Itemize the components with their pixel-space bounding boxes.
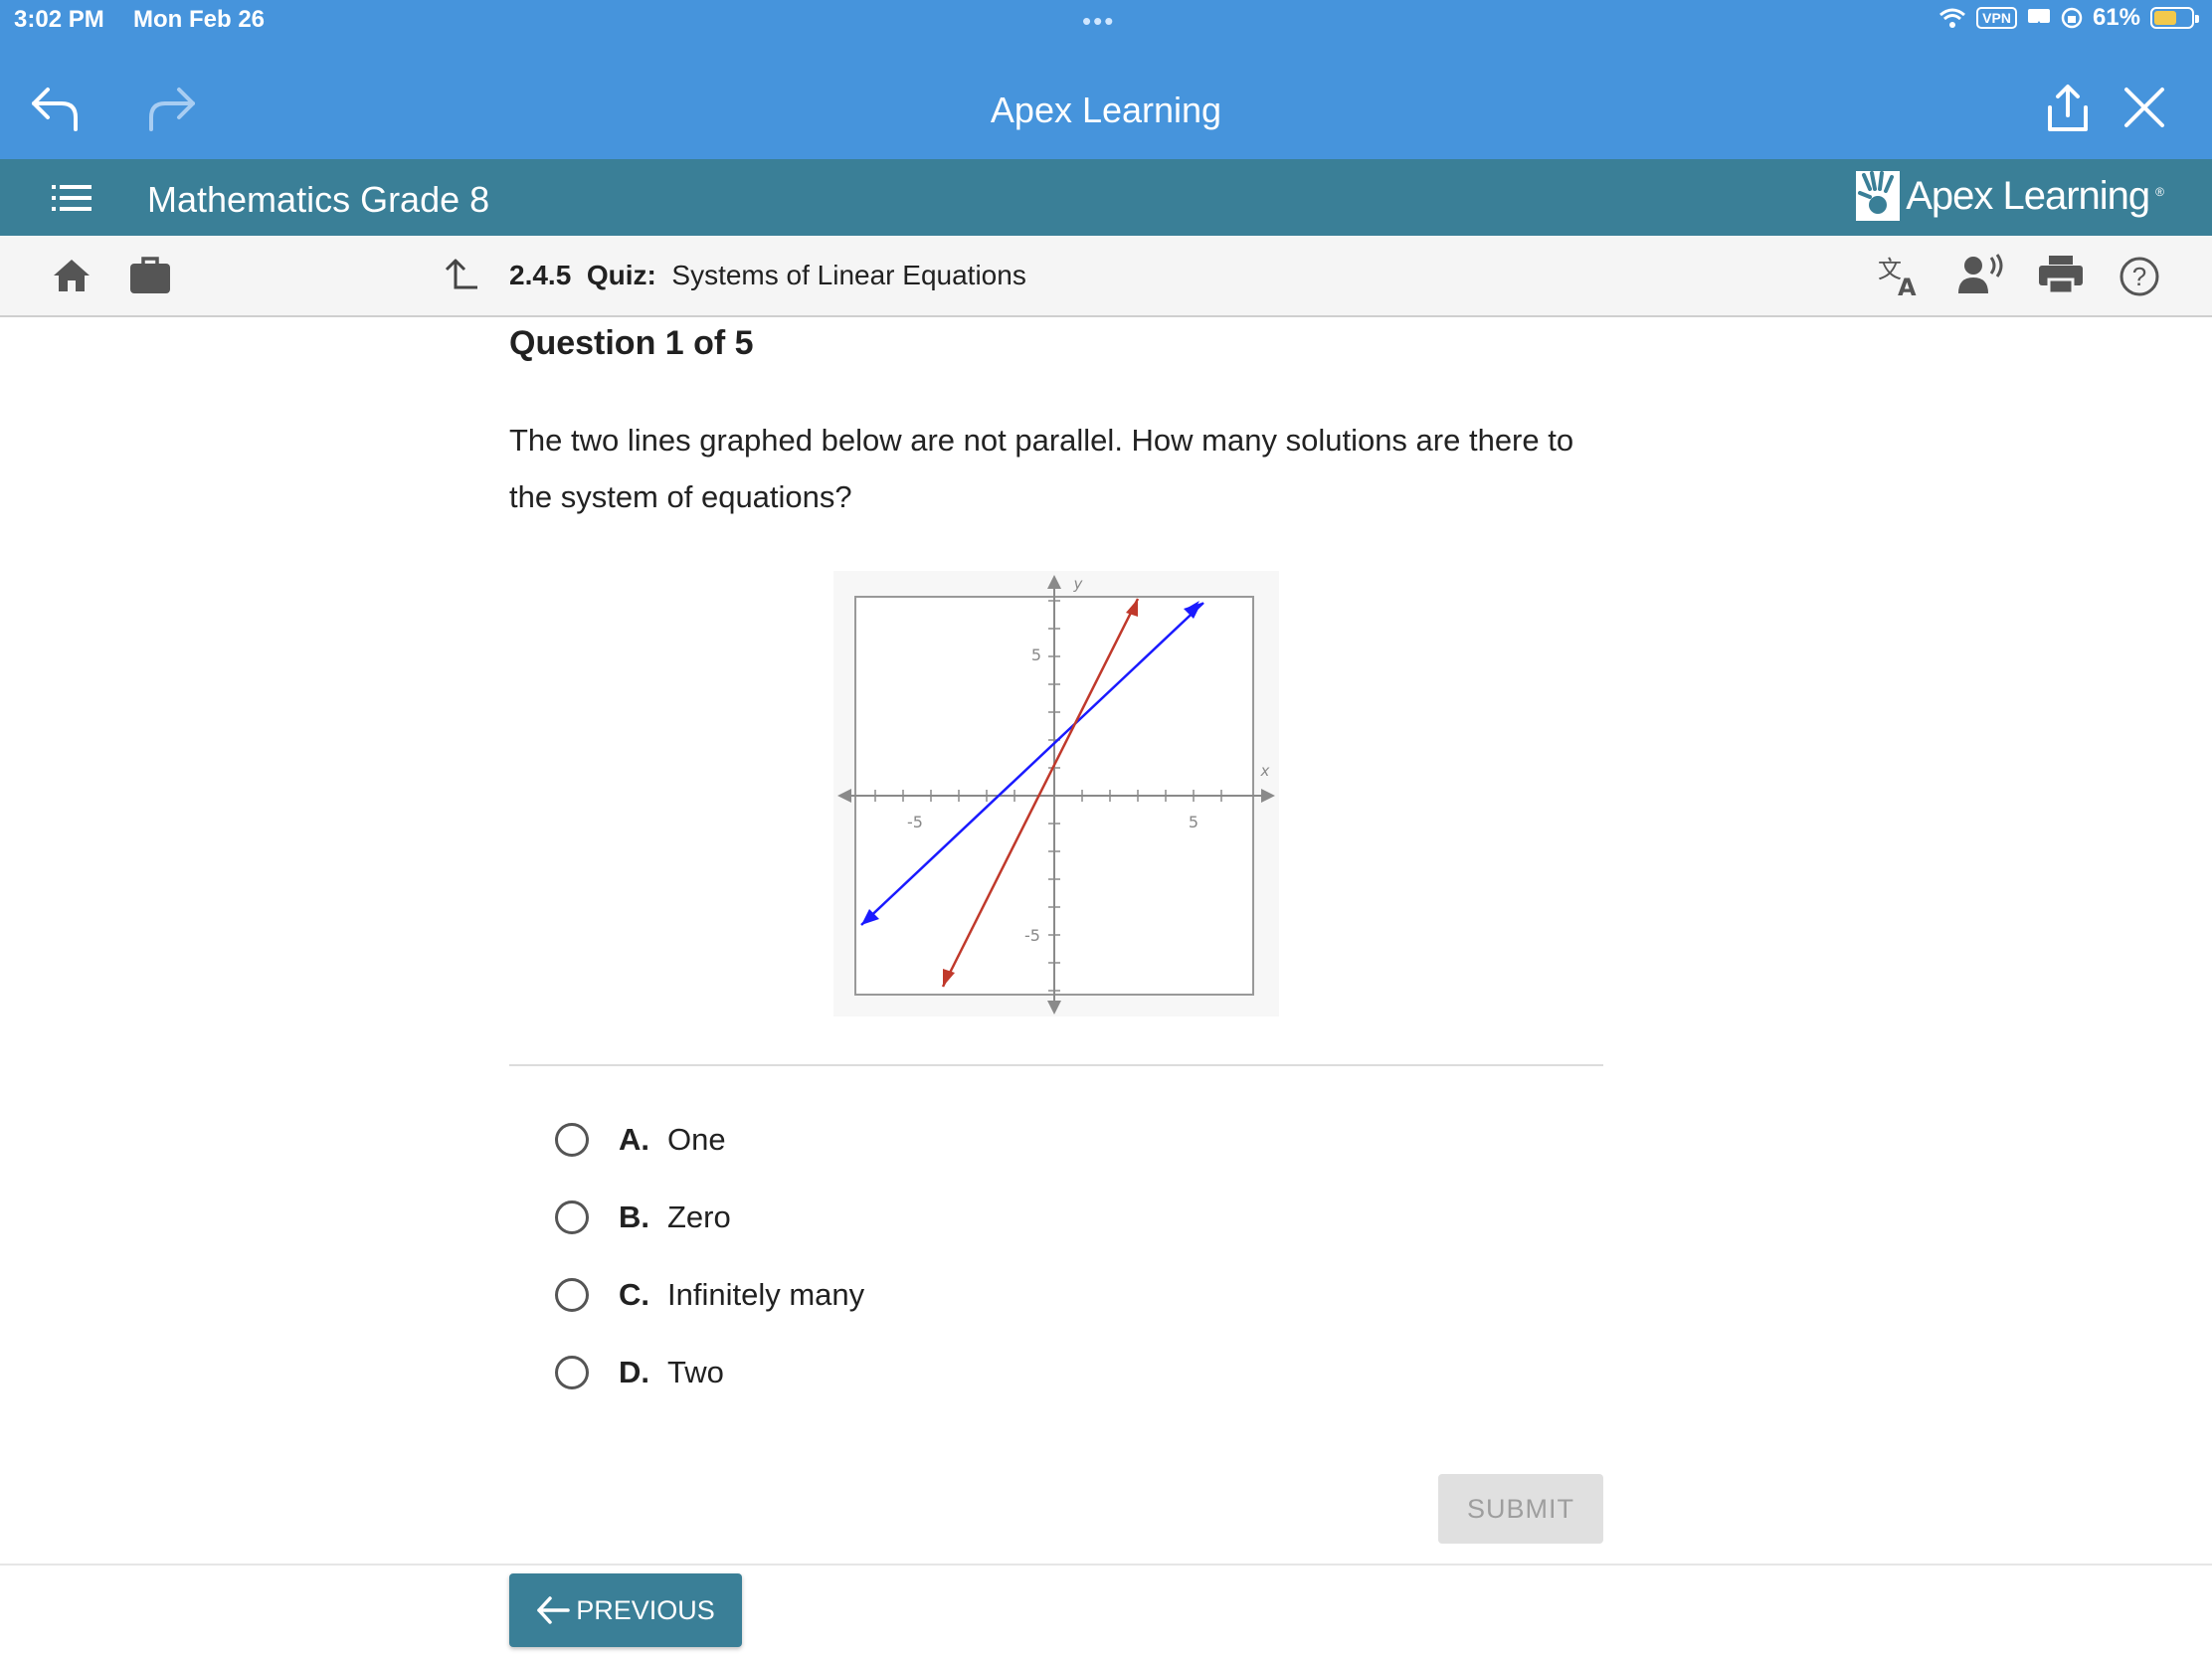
breadcrumb: 2.4.5 Quiz: Systems of Linear Equations xyxy=(509,260,1026,291)
choice-letter: A. xyxy=(619,1122,649,1157)
share-icon[interactable] xyxy=(2044,84,2092,133)
translate-icon[interactable]: 文 A xyxy=(1878,254,1924,299)
choice-b[interactable]: B. Zero xyxy=(555,1199,731,1235)
y-tick-label-neg5: -5 xyxy=(1024,926,1040,945)
status-icons: VPN 61% xyxy=(1938,4,2199,32)
submit-button[interactable]: SUBMIT xyxy=(1438,1474,1603,1544)
x-tick-label-5: 5 xyxy=(1189,813,1198,831)
choice-a[interactable]: A. One xyxy=(555,1122,726,1158)
choice-d[interactable]: D. Two xyxy=(555,1355,724,1390)
y-axis-label: y xyxy=(1073,575,1084,593)
screen-mirror-icon xyxy=(2027,9,2050,27)
svg-text:?: ? xyxy=(2132,262,2146,291)
text-to-speech-icon[interactable] xyxy=(1957,254,2005,295)
choice-letter: D. xyxy=(619,1355,649,1389)
apex-hand-logo-icon xyxy=(1856,171,1901,221)
multitasking-dots[interactable]: ••• xyxy=(1082,6,1115,37)
question-divider xyxy=(509,1064,1603,1066)
print-icon[interactable] xyxy=(2039,256,2083,295)
home-icon[interactable] xyxy=(52,258,92,293)
status-date: Mon Feb 26 xyxy=(133,6,266,33)
choice-letter: C. xyxy=(619,1277,649,1312)
question-text: The two lines graphed below are not para… xyxy=(509,423,1574,514)
browser-top-bar: 3:02 PM Mon Feb 26 ••• VPN 61% Apex Lear… xyxy=(0,0,2212,159)
left-arrow-icon xyxy=(537,1596,570,1624)
coordinate-graph: -5 5 5 -5 x y xyxy=(833,571,1279,1016)
battery-fill xyxy=(2154,11,2176,25)
brand-name: Apex Learning xyxy=(1906,173,2150,218)
previous-label: PREVIOUS xyxy=(576,1594,715,1625)
battery-icon xyxy=(2150,7,2199,29)
up-level-arrow-icon[interactable] xyxy=(444,258,479,291)
menu-list-icon[interactable] xyxy=(52,183,92,213)
question-header: Question 1 of 5 xyxy=(509,324,754,362)
breadcrumb-type: Quiz: xyxy=(586,260,656,290)
choice-text: Zero xyxy=(667,1199,731,1234)
status-time: 3:02 PM xyxy=(14,6,104,33)
y-tick-label-5: 5 xyxy=(1031,645,1041,664)
course-header: Mathematics Grade 8 Apex Learning ® xyxy=(0,159,2212,236)
radio-c[interactable] xyxy=(555,1278,589,1312)
breadcrumb-title: Systems of Linear Equations xyxy=(671,260,1026,290)
breadcrumb-number: 2.4.5 xyxy=(509,260,572,290)
vpn-badge: VPN xyxy=(1976,7,2017,29)
choice-text: Infinitely many xyxy=(667,1277,865,1312)
lesson-toolbar: 2.4.5 Quiz: Systems of Linear Equations … xyxy=(0,236,2212,317)
choice-text: One xyxy=(667,1122,726,1157)
radio-b[interactable] xyxy=(555,1200,589,1234)
brand-logo: Apex Learning ® xyxy=(1856,171,2164,221)
choice-c[interactable]: C. Infinitely many xyxy=(555,1277,864,1313)
x-tick-label-neg5: -5 xyxy=(907,813,923,831)
previous-button[interactable]: PREVIOUS xyxy=(509,1573,742,1647)
briefcase-icon[interactable] xyxy=(129,256,171,295)
wifi-icon xyxy=(1939,8,1966,28)
browser-title: Apex Learning xyxy=(990,90,1222,130)
x-axis-label: x xyxy=(1260,762,1270,780)
course-title: Mathematics Grade 8 xyxy=(147,179,490,220)
radio-a[interactable] xyxy=(555,1123,589,1157)
close-icon[interactable] xyxy=(2122,86,2166,129)
brand-trademark: ® xyxy=(2155,185,2164,199)
battery-percent: 61% xyxy=(2092,4,2140,31)
footer-divider xyxy=(0,1564,2212,1566)
choice-text: Two xyxy=(667,1355,724,1389)
help-icon[interactable]: ? xyxy=(2119,256,2160,297)
orientation-lock-icon xyxy=(2061,7,2083,29)
svg-text:A: A xyxy=(1898,274,1917,299)
radio-d[interactable] xyxy=(555,1356,589,1389)
choice-letter: B. xyxy=(619,1199,649,1234)
